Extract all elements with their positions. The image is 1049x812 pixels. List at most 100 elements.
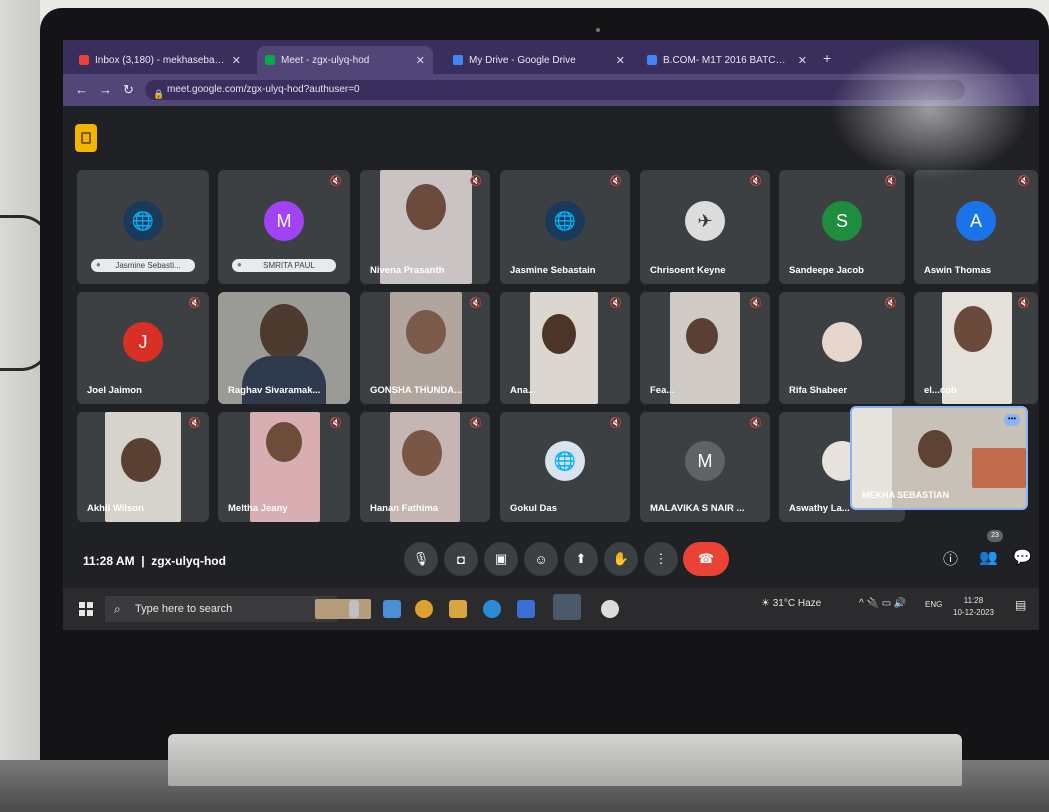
hang-up-icon: ☎ (697, 551, 715, 566)
mic-off-icon: 🔇 (469, 298, 482, 309)
close-icon[interactable]: ✕ (416, 54, 425, 67)
tab-gmail[interactable]: Inbox (3,180) - mekhasebastian... ✕ (71, 46, 249, 74)
chrome-icon[interactable] (415, 600, 433, 618)
app-icon[interactable] (601, 600, 619, 618)
url-field[interactable]: 🔒 meet.google.com/zgx-ulyq-hod?authuser=… (145, 80, 965, 100)
participant-tile[interactable]: 🔇 ✈ Chrisoent Keyne (640, 170, 770, 284)
self-view-tile[interactable]: ••• MEKHA SEBASTIAN (850, 406, 1028, 510)
store-icon[interactable] (517, 600, 535, 618)
participant-tile[interactable]: 🔇 A Aswin Thomas (914, 170, 1038, 284)
address-bar-row: ← → ↻ 🔒 meet.google.com/zgx-ulyq-hod?aut… (63, 74, 1039, 106)
info-icon[interactable]: ⓘ (943, 548, 958, 569)
people-icon[interactable]: 👥 (979, 548, 998, 566)
browser-tab-bar: Inbox (3,180) - mekhasebastian... ✕ Meet… (63, 40, 1039, 74)
meeting-info-icon[interactable] (75, 124, 97, 152)
mic-off-icon: 🔇 (188, 418, 201, 429)
close-icon[interactable]: ✕ (798, 54, 807, 67)
participant-tile[interactable]: 🌐 Jasmine Sebasti... (77, 170, 209, 284)
mic-off-icon: 🔇 (749, 298, 762, 309)
globe-avatar: 🌐 (545, 441, 585, 481)
present-button[interactable]: ⬆ (564, 542, 598, 576)
participant-face (260, 304, 308, 360)
participant-tile[interactable]: 🔇 M MALAVIKA S NAIR ... (640, 412, 770, 522)
avatar: M (264, 201, 304, 241)
participant-tile[interactable]: 🔇 Rifa Shabeer (779, 292, 905, 404)
mic-off-icon: 🔇 (609, 298, 622, 309)
microphone-button[interactable]: 🎙 (404, 542, 438, 576)
participant-tile[interactable]: 🔇 🌐 Gokul Das (500, 412, 630, 522)
participant-face (402, 430, 442, 476)
avatar: S (822, 201, 862, 241)
participant-tile[interactable]: 🔇 Meltha Jeany (218, 412, 350, 522)
participant-face (918, 430, 952, 468)
captions-button[interactable]: ▣ (484, 542, 518, 576)
tab-meet[interactable]: Meet - zgx-ulyq-hod ✕ (257, 46, 433, 74)
tab-docs[interactable]: B.COM- M1T 2016 BATCH AGM ✕ (639, 46, 815, 74)
system-clock[interactable]: 11:28 10-12-2023 (953, 595, 994, 619)
taskbar-search-field[interactable]: ⌕ Type here to search (105, 596, 371, 622)
camera-icon: ◘ (457, 551, 465, 567)
photo-background (0, 0, 40, 812)
participant-face (121, 438, 161, 482)
mic-off-icon: 🔇 (188, 298, 201, 309)
participant-tile[interactable]: 🔇 el...cob (914, 292, 1038, 404)
close-icon[interactable]: ✕ (232, 54, 241, 67)
participant-tile[interactable]: 🔇 Nivena Prasanth (360, 170, 490, 284)
mic-off-icon: 🔇 (1017, 298, 1030, 309)
video-feed (972, 448, 1026, 488)
participant-tile[interactable]: 🔇 M SMRITA PAUL (218, 170, 350, 284)
mic-off-icon: 🔇 (469, 176, 482, 187)
close-icon[interactable]: ✕ (616, 54, 625, 67)
more-options-icon[interactable]: ••• (1004, 414, 1020, 426)
more-vert-icon: ⋮ (654, 551, 668, 566)
raise-hand-button[interactable]: ✋ (604, 542, 638, 576)
chat-icon[interactable]: 💬 (1013, 548, 1032, 566)
laptop-hinge (168, 734, 962, 786)
windows-start-icon[interactable] (79, 602, 93, 616)
participant-tile[interactable]: 🔇 Fea... (640, 292, 770, 404)
participant-body (242, 356, 326, 404)
meet-icon (265, 55, 275, 65)
mic-off-icon: 🔇 (329, 176, 342, 187)
participant-face (406, 184, 446, 230)
leave-call-button[interactable]: ☎ (683, 542, 729, 576)
forward-icon[interactable]: → (99, 82, 112, 97)
gmail-icon (79, 55, 89, 65)
globe-avatar: 🌐 (123, 201, 163, 241)
camera-button[interactable]: ◘ (444, 542, 478, 576)
task-view-icon[interactable] (349, 600, 359, 618)
participant-face (266, 422, 302, 462)
globe-avatar: 🌐 (545, 201, 585, 241)
participant-tile[interactable]: 🔇 Akhil Wilson (77, 412, 209, 522)
participant-tile[interactable]: 🔇 S Sandeepe Jacob (779, 170, 905, 284)
weather-widget[interactable]: ☀ 31°C Haze (761, 598, 821, 609)
back-icon[interactable]: ← (75, 82, 88, 97)
participant-count-badge: 23 (987, 530, 1003, 542)
more-options-button[interactable]: ⋮ (644, 542, 678, 576)
system-tray-icons[interactable]: ^ 🔌 ▭ 🔊 (859, 598, 906, 609)
reload-icon[interactable]: ↻ (123, 82, 134, 98)
participant-tile[interactable]: 🔇 🌐 Jasmine Sebastain (500, 170, 630, 284)
present-screen-icon: ⬆ (575, 551, 587, 566)
tab-drive[interactable]: My Drive - Google Drive ✕ (445, 46, 633, 74)
mail-app-icon[interactable] (383, 600, 401, 618)
participant-tile[interactable]: 🔇 Ana... (500, 292, 630, 404)
participant-tile[interactable]: 🔇 GONSHA THUNDA... (360, 292, 490, 404)
avatar: A (956, 201, 996, 241)
file-explorer-icon[interactable] (449, 600, 467, 618)
docs-icon (647, 55, 657, 65)
participant-tile[interactable]: 🔇 Hanan Fathima (360, 412, 490, 522)
notification-icon[interactable]: ▤ (1015, 598, 1026, 612)
mic-off-icon: 🔇 (884, 176, 897, 187)
participant-tile-speaking[interactable]: Raghav Sivaramak... (218, 292, 350, 404)
participant-tile[interactable]: 🔇 J Joel Jaimon (77, 292, 209, 404)
microphone-icon: 🎙 (412, 551, 430, 566)
language-indicator[interactable]: ENG (925, 600, 942, 609)
windows-taskbar: ⌕ Type here to search ☀ 31°C Haze ^ 🔌 ▭ … (63, 588, 1039, 630)
meet-window-thumbnail[interactable] (553, 594, 581, 620)
mic-off-icon: 🔇 (609, 418, 622, 429)
edge-icon[interactable] (483, 600, 501, 618)
meeting-time-and-code: 11:28 AM | zgx-ulyq-hod (83, 554, 226, 568)
new-tab-button[interactable]: + (823, 50, 831, 66)
reactions-button[interactable]: ☺ (524, 542, 558, 576)
